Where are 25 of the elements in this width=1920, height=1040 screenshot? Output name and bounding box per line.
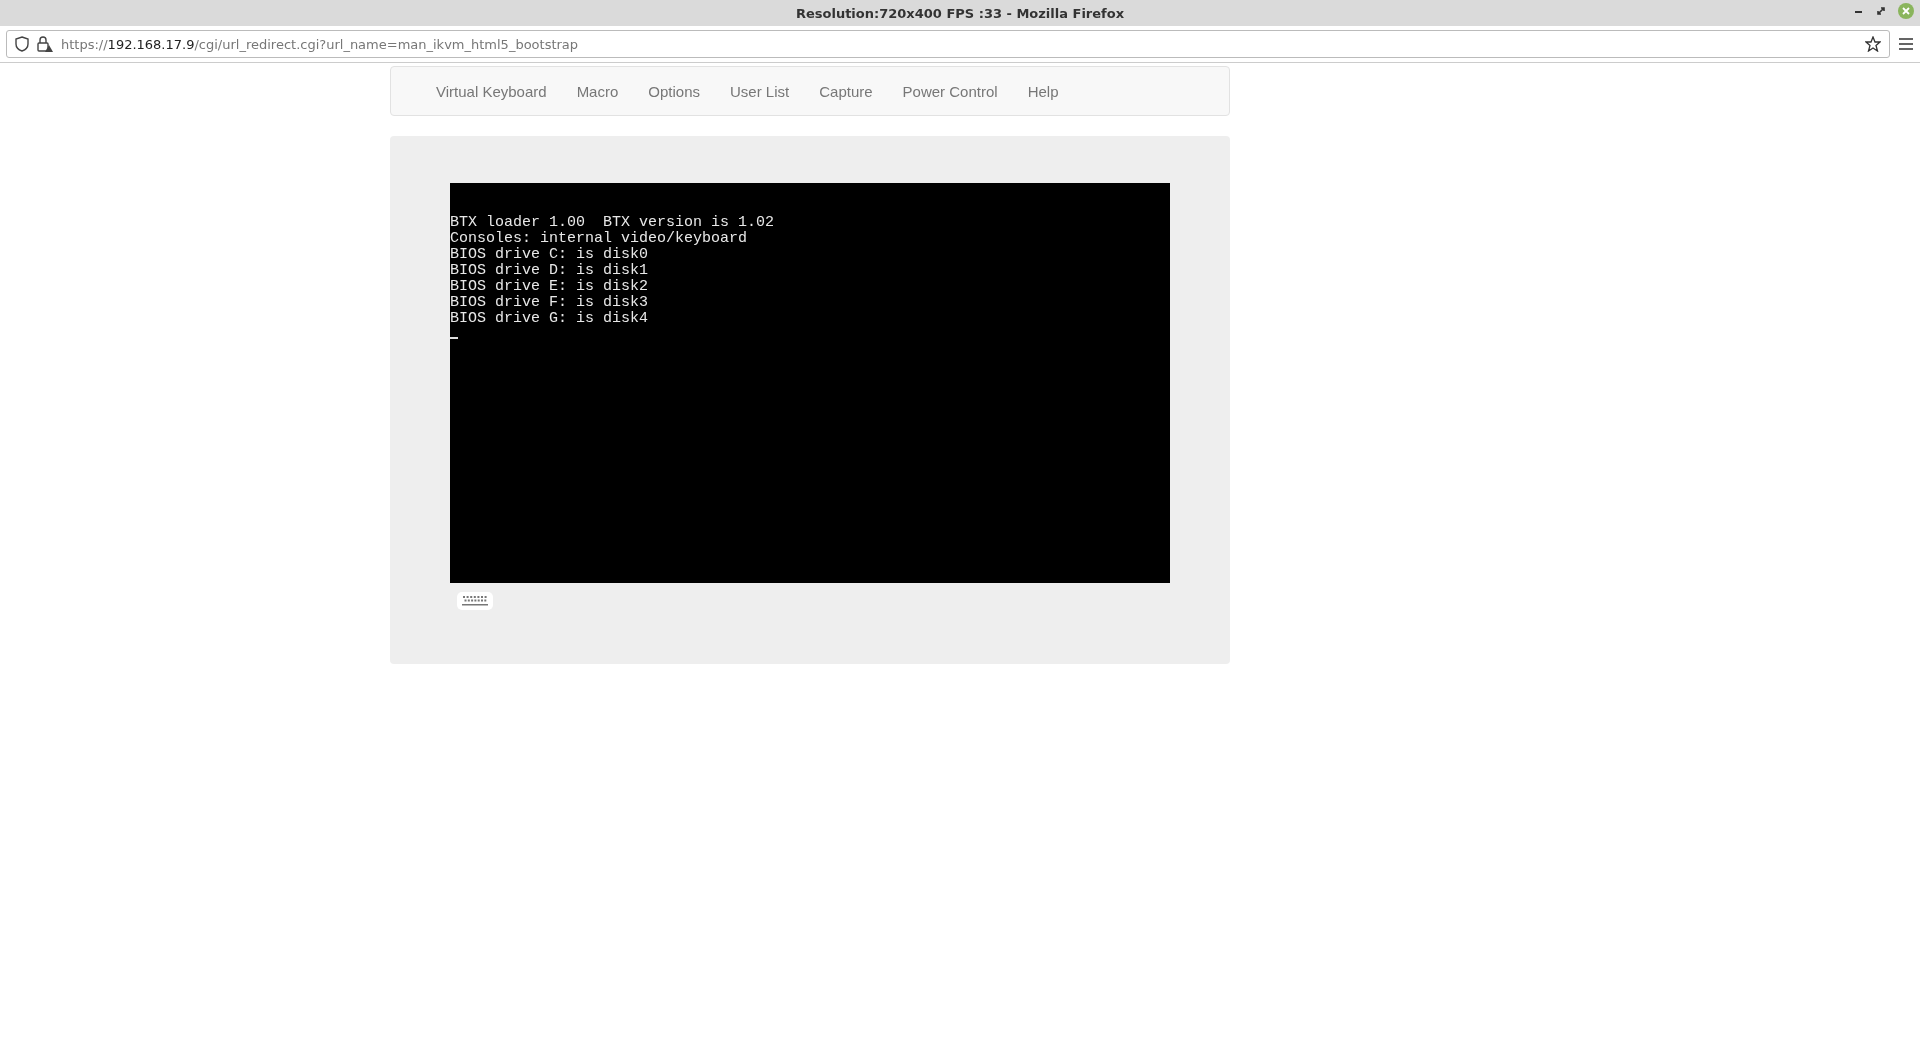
url-text[interactable]: https://192.168.17.9/cgi/url_redirect.cgi?url_name=man_ikvm_html5_bootstrap	[61, 36, 1857, 52]
console-line: BIOS drive G: is disk4	[450, 311, 650, 327]
console-line: BIOS drive D: is disk1	[450, 263, 650, 279]
console-line: BIOS drive C: is disk0	[450, 247, 650, 263]
keyboard-button[interactable]	[457, 592, 493, 610]
keyboard-icon	[461, 595, 489, 607]
menu-item[interactable]: Power Control	[887, 82, 1013, 100]
address-bar[interactable]: https://192.168.17.9/cgi/url_redirect.cgi?url_name=man_ikvm_html5_bootstrap	[6, 30, 1890, 58]
menu-item[interactable]: Options	[633, 82, 715, 100]
star-icon[interactable]	[1865, 36, 1881, 52]
menu-icon[interactable]	[1898, 37, 1914, 51]
menu-item[interactable]: Help	[1012, 82, 1074, 100]
shield-icon[interactable]	[15, 36, 29, 52]
menu-item[interactable]: Capture	[804, 82, 888, 100]
menu-item[interactable]: Macro	[561, 82, 634, 100]
console-line: BIOS drive E: is disk2	[450, 279, 650, 295]
console-line: Consoles: internal video/keyboard	[450, 231, 749, 247]
restore-icon[interactable]	[1876, 6, 1886, 16]
window-title: Resolution:720x400 FPS :33 - Mozilla Firefox	[795, 5, 1125, 21]
console-line: BTX loader 1.00 BTX version is 1.02	[450, 215, 776, 231]
menu-item[interactable]: Virtual Keyboard	[421, 82, 562, 100]
text-cursor	[450, 337, 458, 339]
console-line: BIOS drive F: is disk3	[450, 295, 650, 311]
menu-item[interactable]: User List	[715, 82, 805, 100]
lock-warning-icon[interactable]	[37, 36, 53, 52]
